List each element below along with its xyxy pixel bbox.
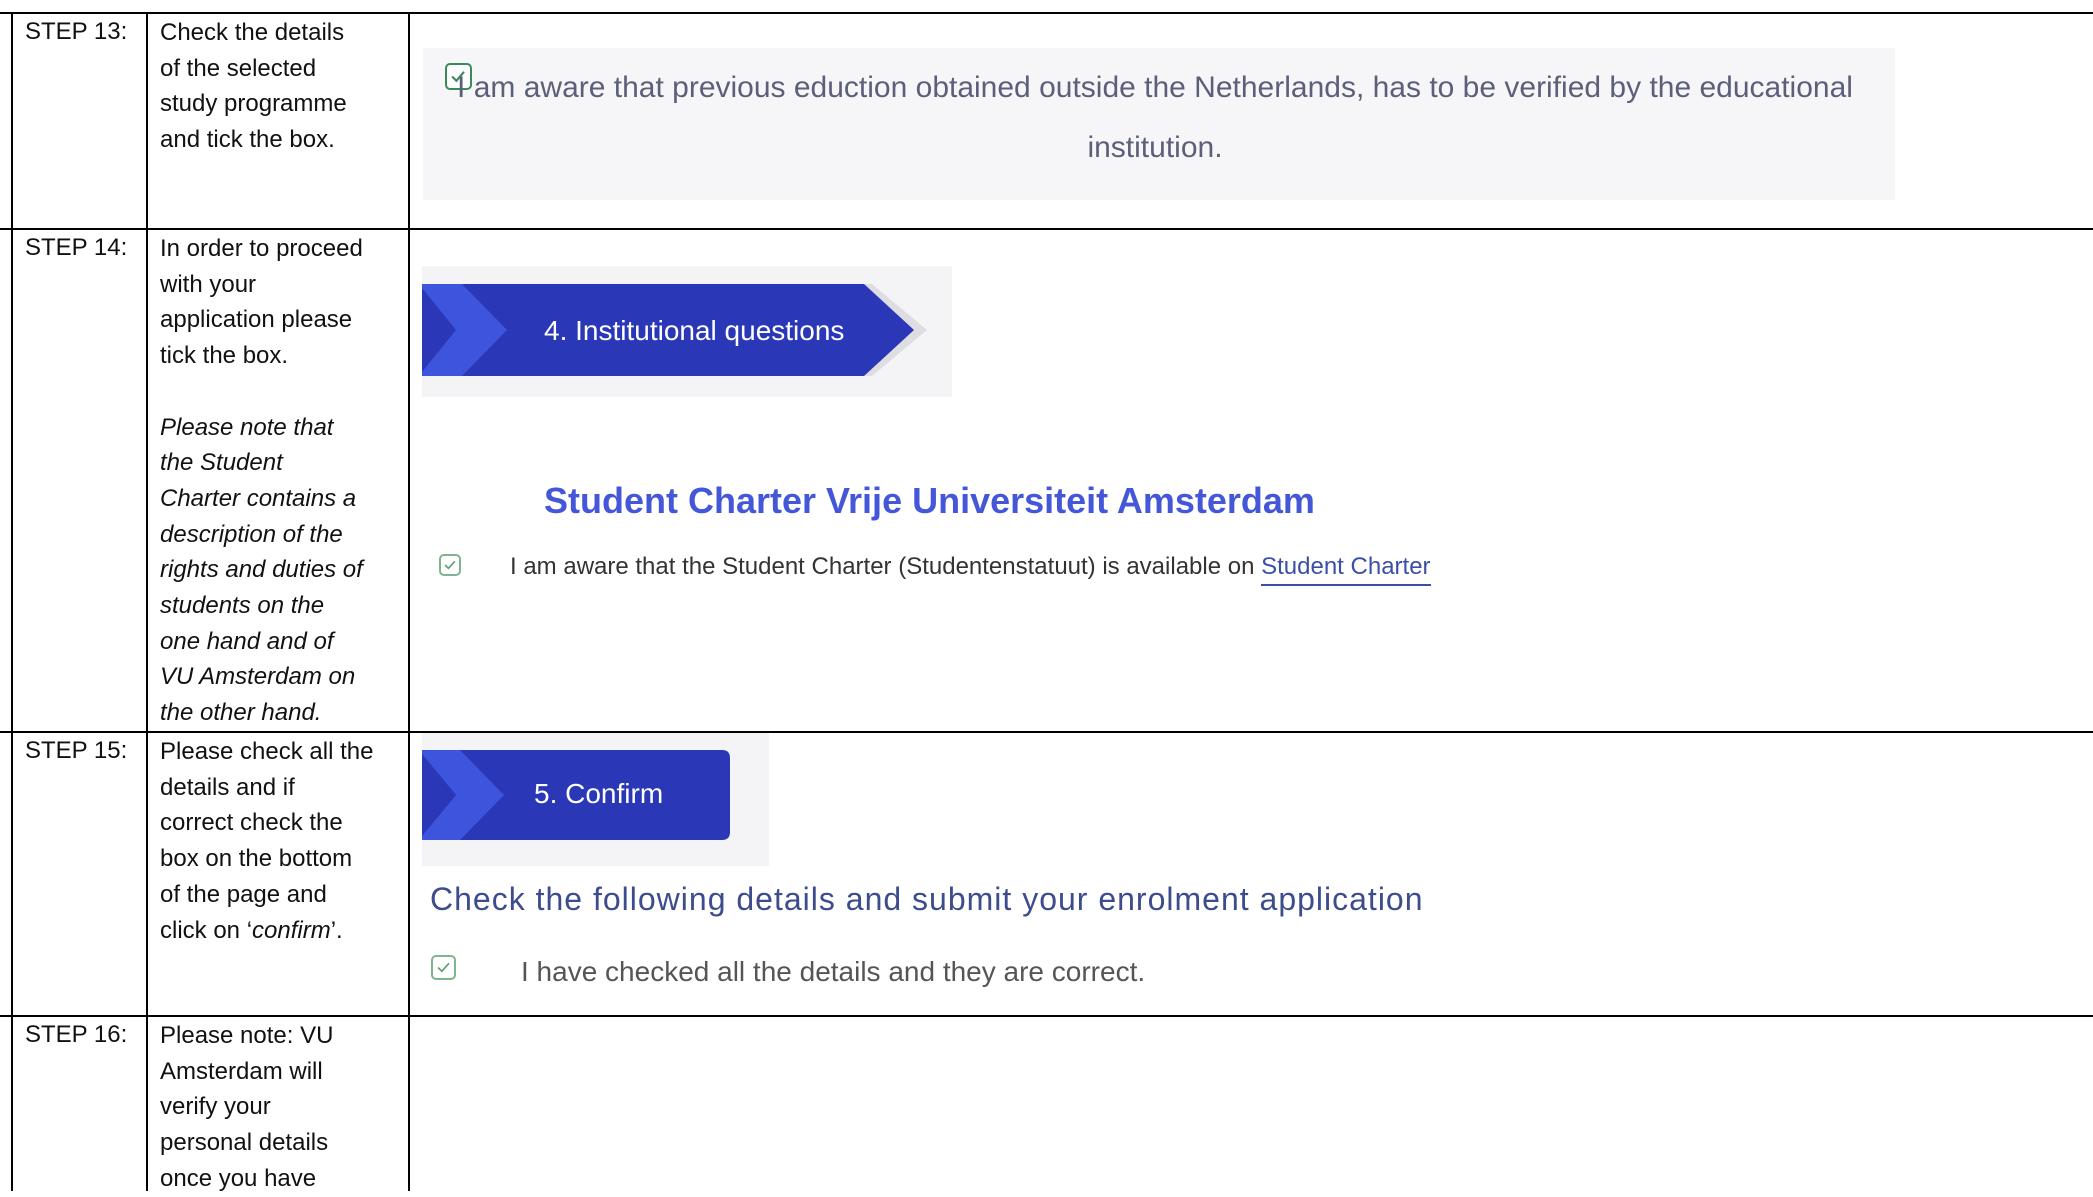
checkmark-icon: [437, 962, 450, 973]
step-15-label: STEP 15:: [25, 737, 128, 764]
step-14-description: In order to proceed with your applicatio…: [160, 231, 400, 731]
step-13-line: of the selected: [160, 54, 317, 82]
step-16-line: verify your: [160, 1093, 271, 1121]
note-line: the Student: [160, 449, 283, 477]
institutional-questions-tab-label: 4. Institutional questions: [544, 315, 845, 346]
step-15-line: details and if: [160, 773, 295, 801]
note-line: students on the: [160, 592, 325, 620]
confirm-tab-label: 5. Confirm: [534, 778, 664, 809]
step-14-line: with your: [160, 270, 257, 298]
note-line: Please note that: [160, 413, 334, 441]
step-13-line: study programme: [160, 90, 347, 118]
chevron-right-icon: [422, 284, 504, 376]
column-border-left: [11, 12, 13, 1191]
student-charter-link[interactable]: Student Charter: [1261, 553, 1431, 586]
note-line: one hand and of: [160, 627, 334, 655]
chevron-right-icon: [422, 750, 504, 840]
step-14-line: tick the box.: [160, 342, 289, 370]
confirm-suffix: ’.: [330, 916, 343, 944]
step-16-description: Please note: VU Amsterdam will verify yo…: [160, 1018, 400, 1197]
row-border-15-16: [0, 1015, 2093, 1017]
step-13-description: Check the details of the selected study …: [160, 15, 400, 158]
details-correct-text: I have checked all the details and they …: [521, 956, 1146, 987]
student-charter-statement: I am aware that the Student Charter (Stu…: [510, 553, 1431, 586]
row-border-14-15: [0, 731, 2093, 733]
note-line: description of the: [160, 520, 343, 548]
note-line: Charter contains a: [160, 484, 357, 512]
column-border-desc: [408, 12, 410, 1191]
step-13-line: and tick the box.: [160, 126, 335, 154]
student-charter-statement-text: I am aware that the Student Charter (Stu…: [510, 553, 1255, 580]
row-border-top: [0, 12, 2093, 14]
step-15-description: Please check all the details and if corr…: [160, 734, 400, 948]
step-15-line: Please check all the: [160, 738, 374, 765]
student-charter-note: Please note that the Student Charter con…: [160, 410, 400, 731]
step-16-line: once you have: [160, 1164, 317, 1192]
step-14-label: STEP 14:: [25, 234, 128, 261]
step-16-line: Amsterdam will: [160, 1057, 323, 1085]
note-line: the other hand.: [160, 699, 322, 727]
note-line: VU Amsterdam on: [160, 663, 356, 691]
step-15-line: of the page and: [160, 880, 327, 908]
column-border-step: [146, 12, 148, 1191]
step-15-line: box on the bottom: [160, 845, 353, 873]
note-line: rights and duties of: [160, 556, 363, 584]
confirm-heading: Check the following details and submit y…: [430, 881, 1424, 917]
row-border-13-14: [0, 228, 2093, 230]
step-14-line: In order to proceed: [160, 235, 363, 262]
step-13-line: Check the details: [160, 19, 345, 46]
step-16-line: personal details: [160, 1129, 329, 1157]
details-correct-checkbox[interactable]: [431, 955, 456, 980]
step-13-label: STEP 13:: [25, 18, 128, 45]
step-16-label: STEP 16:: [25, 1021, 128, 1048]
previous-education-awareness-text: I am aware that previous eduction obtain…: [457, 71, 1853, 164]
checkmark-icon: [444, 560, 456, 570]
student-charter-title: Student Charter Vrije Universiteit Amste…: [544, 480, 1315, 521]
step-16-line: Please note: VU: [160, 1022, 334, 1049]
step-15-line-confirm: click on ‘confirm’.: [160, 913, 400, 949]
step-14-line: application please: [160, 306, 353, 334]
confirm-word: confirm: [252, 916, 331, 944]
student-charter-checkbox[interactable]: [439, 554, 461, 576]
step-15-line: correct check the: [160, 809, 343, 837]
confirm-prefix: click on ‘: [160, 916, 253, 944]
